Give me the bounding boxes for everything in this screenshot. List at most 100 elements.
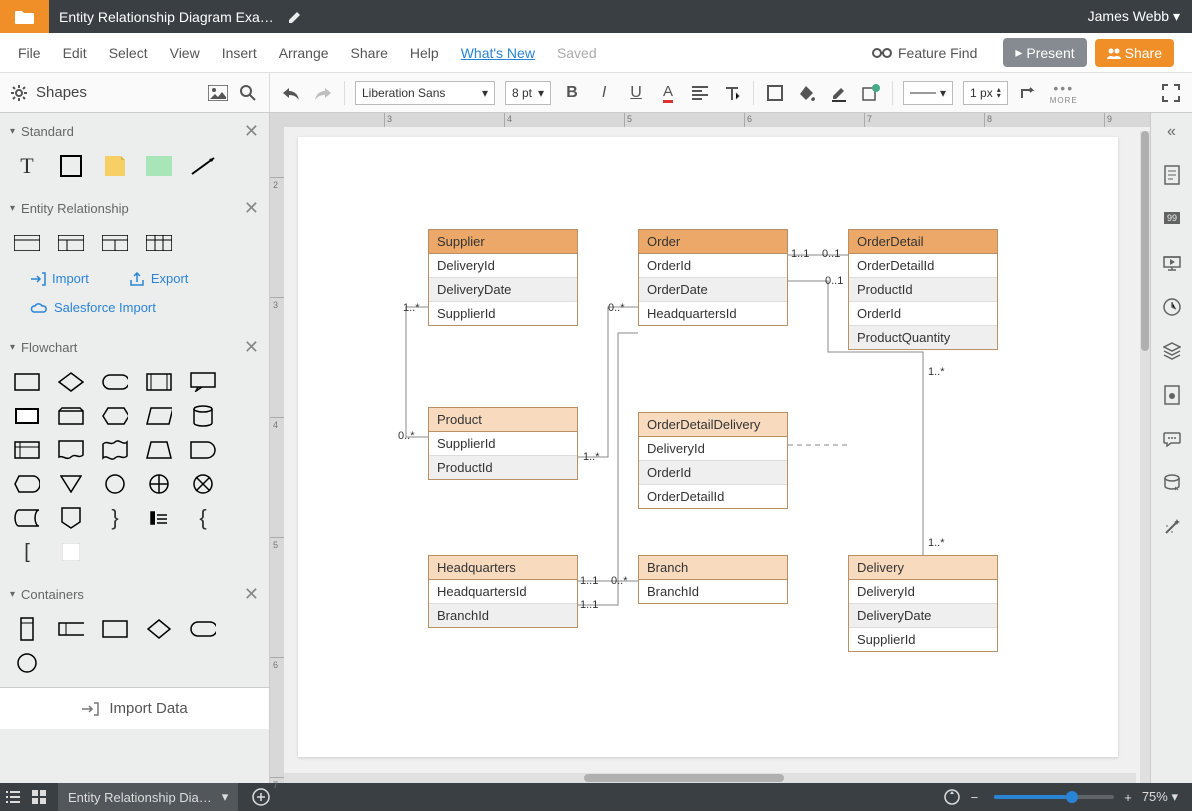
italic-icon[interactable]: I [593, 82, 615, 104]
entity-delivery[interactable]: DeliveryDeliveryIdDeliveryDateSupplierId [848, 555, 998, 652]
page-settings-icon[interactable] [1162, 165, 1182, 185]
line-color-icon[interactable] [828, 82, 850, 104]
font-size-select[interactable]: 8 pt▾ [505, 81, 551, 105]
page-tab[interactable]: Entity Relationship Dia…▾ [58, 783, 238, 811]
fc-stored-icon[interactable] [14, 508, 40, 528]
comments-icon[interactable]: 99 [1162, 209, 1182, 229]
layers-icon[interactable] [1162, 341, 1182, 361]
cat-containers-header[interactable]: ▾Containers✕ [0, 576, 269, 613]
image-icon[interactable] [207, 82, 229, 104]
fc-diamond-icon[interactable] [58, 372, 84, 392]
text-color-icon[interactable]: A [657, 82, 679, 104]
document-title[interactable]: Entity Relationship Diagram Exa… [59, 9, 274, 25]
er-shape-4-icon[interactable] [146, 233, 172, 253]
feature-find[interactable]: Feature Find [872, 45, 977, 61]
diagram-page[interactable]: SupplierDeliveryIdDeliveryDateSupplierId… [298, 137, 1118, 757]
note-shape-icon[interactable] [102, 156, 128, 176]
entity-headquarters[interactable]: HeadquartersHeadquartersIdBranchId [428, 555, 578, 628]
rect-shape-icon[interactable] [58, 156, 84, 176]
fc-offpage-icon[interactable] [58, 508, 84, 528]
entity-supplier[interactable]: SupplierDeliveryIdDeliveryDateSupplierId [428, 229, 578, 326]
outline-view-icon[interactable] [0, 790, 26, 804]
er-export[interactable]: Export [129, 271, 189, 286]
block-shape-icon[interactable] [146, 156, 172, 176]
fc-card-icon[interactable] [14, 406, 40, 426]
fc-bracket-icon[interactable]: [ [14, 542, 40, 562]
history-icon[interactable] [1162, 297, 1182, 317]
menu-select[interactable]: Select [109, 45, 148, 61]
present-panel-icon[interactable] [1162, 253, 1182, 273]
redo-icon[interactable] [312, 82, 334, 104]
bold-icon[interactable]: B [561, 82, 583, 104]
grid-view-icon[interactable] [26, 790, 52, 804]
menu-share[interactable]: Share [351, 45, 388, 61]
canvas[interactable]: 345678910 234567 SupplierDeliveryIdDeliv… [270, 113, 1150, 783]
shape-options-icon[interactable] [860, 82, 882, 104]
shapes-settings-icon[interactable] [10, 84, 28, 102]
import-data-button[interactable]: Import Data [0, 687, 269, 729]
fc-internal-icon[interactable] [14, 440, 40, 460]
search-icon[interactable] [237, 82, 259, 104]
fc-sum-icon[interactable] [146, 474, 172, 494]
cnt-2-icon[interactable] [58, 619, 84, 639]
collapse-rail-icon[interactable]: « [1167, 123, 1176, 141]
font-select[interactable]: Liberation Sans▾ [355, 81, 495, 105]
fc-merge-icon[interactable] [58, 474, 84, 494]
fc-trap-icon[interactable] [146, 440, 172, 460]
zoom-slider[interactable] [994, 795, 1114, 799]
text-shape-icon[interactable]: T [14, 156, 40, 176]
close-icon[interactable]: ✕ [244, 121, 259, 142]
cat-entity-header[interactable]: ▾Entity Relationship✕ [0, 190, 269, 227]
close-icon[interactable]: ✕ [244, 337, 259, 358]
fc-circle-icon[interactable] [102, 474, 128, 494]
text-tool-icon[interactable] [721, 82, 743, 104]
entity-branch[interactable]: BranchBranchId [638, 555, 788, 604]
fc-display-icon[interactable] [14, 474, 40, 494]
fullscreen-icon[interactable] [1160, 82, 1182, 104]
menu-arrange[interactable]: Arrange [279, 45, 329, 61]
er-shape-3-icon[interactable] [102, 233, 128, 253]
present-button[interactable]: ▸Present [1003, 38, 1086, 67]
zoom-in-icon[interactable]: + [1124, 790, 1132, 805]
fc-hex-icon[interactable] [102, 406, 128, 426]
user-menu[interactable]: James Webb ▾ [1088, 8, 1180, 25]
fc-predef-icon[interactable] [146, 372, 172, 392]
zoom-level[interactable]: 75% ▾ [1142, 789, 1178, 805]
cnt-3-icon[interactable] [102, 619, 128, 639]
cnt-4-icon[interactable] [146, 619, 172, 639]
fc-rect-icon[interactable] [14, 372, 40, 392]
er-import[interactable]: Import [30, 271, 89, 286]
close-icon[interactable]: ✕ [244, 584, 259, 605]
add-page-icon[interactable] [248, 788, 274, 806]
fc-delay-icon[interactable] [190, 440, 216, 460]
entity-product[interactable]: ProductSupplierIdProductId [428, 407, 578, 480]
line-routing-icon[interactable] [1018, 82, 1040, 104]
menu-file[interactable]: File [18, 45, 41, 61]
menu-help[interactable]: Help [410, 45, 439, 61]
er-shape-1-icon[interactable] [14, 233, 40, 253]
scrollbar-vertical[interactable] [1140, 131, 1150, 783]
undo-icon[interactable] [280, 82, 302, 104]
magic-icon[interactable] [1162, 517, 1182, 537]
scrollbar-horizontal[interactable] [284, 773, 1136, 783]
align-icon[interactable] [689, 82, 711, 104]
edit-title-icon[interactable] [288, 10, 302, 24]
entity-orderdetail[interactable]: OrderDetailOrderDetailIdProductIdOrderId… [848, 229, 998, 350]
share-button[interactable]: Share [1095, 39, 1174, 67]
fc-brace-l-icon[interactable]: { [190, 508, 216, 528]
master-icon[interactable] [1162, 385, 1182, 405]
fc-note-icon[interactable] [146, 508, 172, 528]
fc-terminator-icon[interactable] [102, 372, 128, 392]
fc-fill-icon[interactable] [58, 542, 84, 562]
entity-orderdetaildelivery[interactable]: OrderDetailDeliveryDeliveryIdOrderIdOrde… [638, 412, 788, 509]
cat-flowchart-header[interactable]: ▾Flowchart✕ [0, 329, 269, 366]
fc-brace-r-icon[interactable]: } [102, 508, 128, 528]
cnt-5-icon[interactable] [190, 619, 216, 639]
fc-or-icon[interactable] [190, 474, 216, 494]
cat-standard-header[interactable]: ▾Standard✕ [0, 113, 269, 150]
chat-icon[interactable] [1162, 429, 1182, 449]
underline-icon[interactable]: U [625, 82, 647, 104]
fc-doc-icon[interactable] [58, 440, 84, 460]
zoom-out-icon[interactable]: − [971, 790, 979, 805]
sync-icon[interactable] [939, 788, 965, 806]
